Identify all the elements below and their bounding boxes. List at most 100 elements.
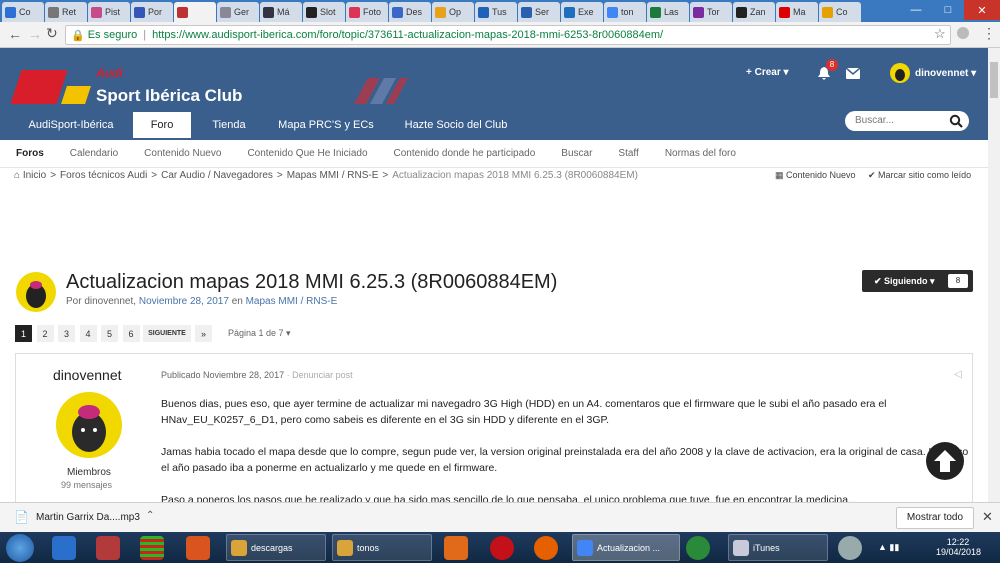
page-number[interactable]: 5: [101, 325, 118, 342]
nav-tab[interactable]: Mapa PRC'S y ECs: [266, 112, 386, 138]
browser-tab[interactable]: Má: [260, 2, 302, 22]
last-page-button[interactable]: »: [195, 325, 212, 342]
app-icon-1[interactable]: [96, 536, 120, 560]
nav-tab[interactable]: Hazte Socio del Club: [390, 112, 522, 138]
chevron-up-icon[interactable]: ⌃: [146, 510, 154, 521]
logo-audi-text[interactable]: Audi: [96, 66, 123, 80]
download-file-name[interactable]: Martin Garrix Da....mp3: [36, 512, 140, 523]
page-info-dropdown[interactable]: Página 1 de 7 ▾: [228, 328, 291, 339]
maximize-button[interactable]: □: [932, 0, 964, 20]
nav-tab[interactable]: Foro: [133, 112, 191, 138]
breadcrumb-item[interactable]: Inicio: [23, 170, 46, 181]
app-icon-4[interactable]: [686, 536, 710, 560]
browser-tab[interactable]: Por: [131, 2, 173, 22]
browser-tab[interactable]: Ger: [217, 2, 259, 22]
url-bar[interactable]: 🔒 Es seguro | https://www.audisport-iber…: [65, 25, 951, 45]
topic-author[interactable]: Por dinovennet,: [66, 296, 136, 307]
create-button[interactable]: + Crear ▾: [746, 67, 789, 78]
app-icon-3[interactable]: [186, 536, 210, 560]
browser-tab[interactable]: Ma: [776, 2, 818, 22]
taskbar-item[interactable]: iTunes: [728, 534, 828, 561]
search-input[interactable]: Buscar...: [855, 115, 894, 126]
subnav-item[interactable]: Foros: [16, 148, 44, 159]
page-number[interactable]: 3: [58, 325, 75, 342]
scroll-top-button[interactable]: [926, 442, 964, 480]
taskbar-item[interactable]: Actualizacion ...: [572, 534, 680, 561]
subnav-item[interactable]: Calendario: [70, 148, 118, 159]
next-page-button[interactable]: SIGUIENTE: [143, 325, 191, 342]
page-number[interactable]: 4: [79, 325, 97, 342]
user-avatar-small[interactable]: [890, 63, 910, 83]
scrollbar-thumb[interactable]: [990, 62, 998, 98]
browser-tab[interactable]: Ser: [518, 2, 560, 22]
topic-forum-link[interactable]: Mapas MMI / RNS-E: [246, 296, 338, 307]
browser-tab[interactable]: Slot: [303, 2, 345, 22]
browser-tab[interactable]: Co: [819, 2, 861, 22]
minimize-button[interactable]: —: [900, 0, 932, 20]
breadcrumb-item[interactable]: Car Audio / Navegadores: [161, 170, 273, 181]
browser-tab[interactable]: Foto: [346, 2, 388, 22]
browser-tab[interactable]: Tus: [475, 2, 517, 22]
share-icon[interactable]: ◁: [954, 369, 962, 380]
post-author-name[interactable]: dinovennet: [53, 367, 122, 383]
browser-tab[interactable]: ton: [604, 2, 646, 22]
subnav-item[interactable]: Buscar: [561, 148, 592, 159]
close-window-button[interactable]: ✕: [964, 0, 1000, 20]
breadcrumb-item[interactable]: Foros técnicos Audi: [60, 170, 147, 181]
media-icon[interactable]: [444, 536, 468, 560]
topic-author-avatar[interactable]: [16, 272, 56, 312]
nav-tab[interactable]: AudiSport-Ibérica: [15, 112, 127, 138]
nav-tab[interactable]: Tienda: [198, 112, 260, 138]
browser-tab[interactable]: Las: [647, 2, 689, 22]
mail-icon[interactable]: [845, 67, 861, 79]
firefox-icon[interactable]: [534, 536, 558, 560]
browser-tab[interactable]: Tor: [690, 2, 732, 22]
clock[interactable]: 12:22 19/04/2018: [936, 537, 981, 557]
menu-kebab-icon[interactable]: ⋮: [982, 25, 996, 42]
browser-tab[interactable]: Zan: [733, 2, 775, 22]
browser-tab[interactable]: [174, 2, 216, 22]
post-author-avatar[interactable]: [56, 392, 122, 458]
app-icon-2[interactable]: [140, 536, 164, 560]
search-icon[interactable]: [949, 114, 963, 128]
browser-tab[interactable]: Co: [2, 2, 44, 22]
back-icon[interactable]: ←: [8, 26, 22, 42]
browser-tab[interactable]: Des: [389, 2, 431, 22]
subnav-item[interactable]: Normas del foro: [665, 148, 736, 159]
extension-icon[interactable]: [957, 27, 969, 39]
reload-icon[interactable]: ↻: [46, 25, 58, 42]
follow-button[interactable]: ✔ Siguiendo ▾ 8: [862, 270, 973, 292]
page-number[interactable]: 2: [36, 325, 54, 342]
forward-icon[interactable]: →: [28, 26, 42, 42]
report-post-link[interactable]: · Denunciar post: [287, 370, 353, 380]
taskbar-item[interactable]: tonos: [332, 534, 432, 561]
tray-icons[interactable]: ▲ ▮▮: [878, 542, 899, 553]
taskbar-item[interactable]: descargas: [226, 534, 326, 561]
ie-icon[interactable]: [52, 536, 76, 560]
scrollbar[interactable]: [988, 48, 1000, 502]
subnav-item[interactable]: Contenido donde he participado: [394, 148, 536, 159]
username-menu[interactable]: dinovennet ▾: [915, 68, 976, 79]
start-button[interactable]: [6, 534, 34, 562]
subnav-item[interactable]: Contenido Que He Iniciado: [247, 148, 367, 159]
search-box[interactable]: Buscar...: [845, 111, 969, 131]
tab-favicon-icon: [478, 6, 489, 18]
page-number[interactable]: 1: [15, 325, 32, 342]
subnav-item[interactable]: Staff: [618, 148, 638, 159]
new-content-link[interactable]: ▦ Contenido Nuevo: [775, 170, 856, 181]
browser-tab[interactable]: Op: [432, 2, 474, 22]
tab-favicon-icon: [48, 6, 59, 18]
close-download-bar-icon[interactable]: ✕: [982, 509, 993, 525]
subnav-item[interactable]: Contenido Nuevo: [144, 148, 221, 159]
app-icon-5[interactable]: [838, 536, 862, 560]
opera-icon[interactable]: [490, 536, 514, 560]
browser-tab[interactable]: Pist: [88, 2, 130, 22]
bookmark-star-icon[interactable]: ☆: [934, 26, 946, 42]
mark-read-link[interactable]: ✔ Marcar sitio como leído: [868, 170, 971, 181]
logo-text[interactable]: Sport Ibérica Club: [96, 86, 242, 106]
browser-tab[interactable]: Ret: [45, 2, 87, 22]
page-number[interactable]: 6: [122, 325, 140, 342]
breadcrumb-item[interactable]: Mapas MMI / RNS-E: [287, 170, 379, 181]
browser-tab[interactable]: Exe: [561, 2, 603, 22]
show-all-button[interactable]: Mostrar todo: [896, 507, 974, 529]
